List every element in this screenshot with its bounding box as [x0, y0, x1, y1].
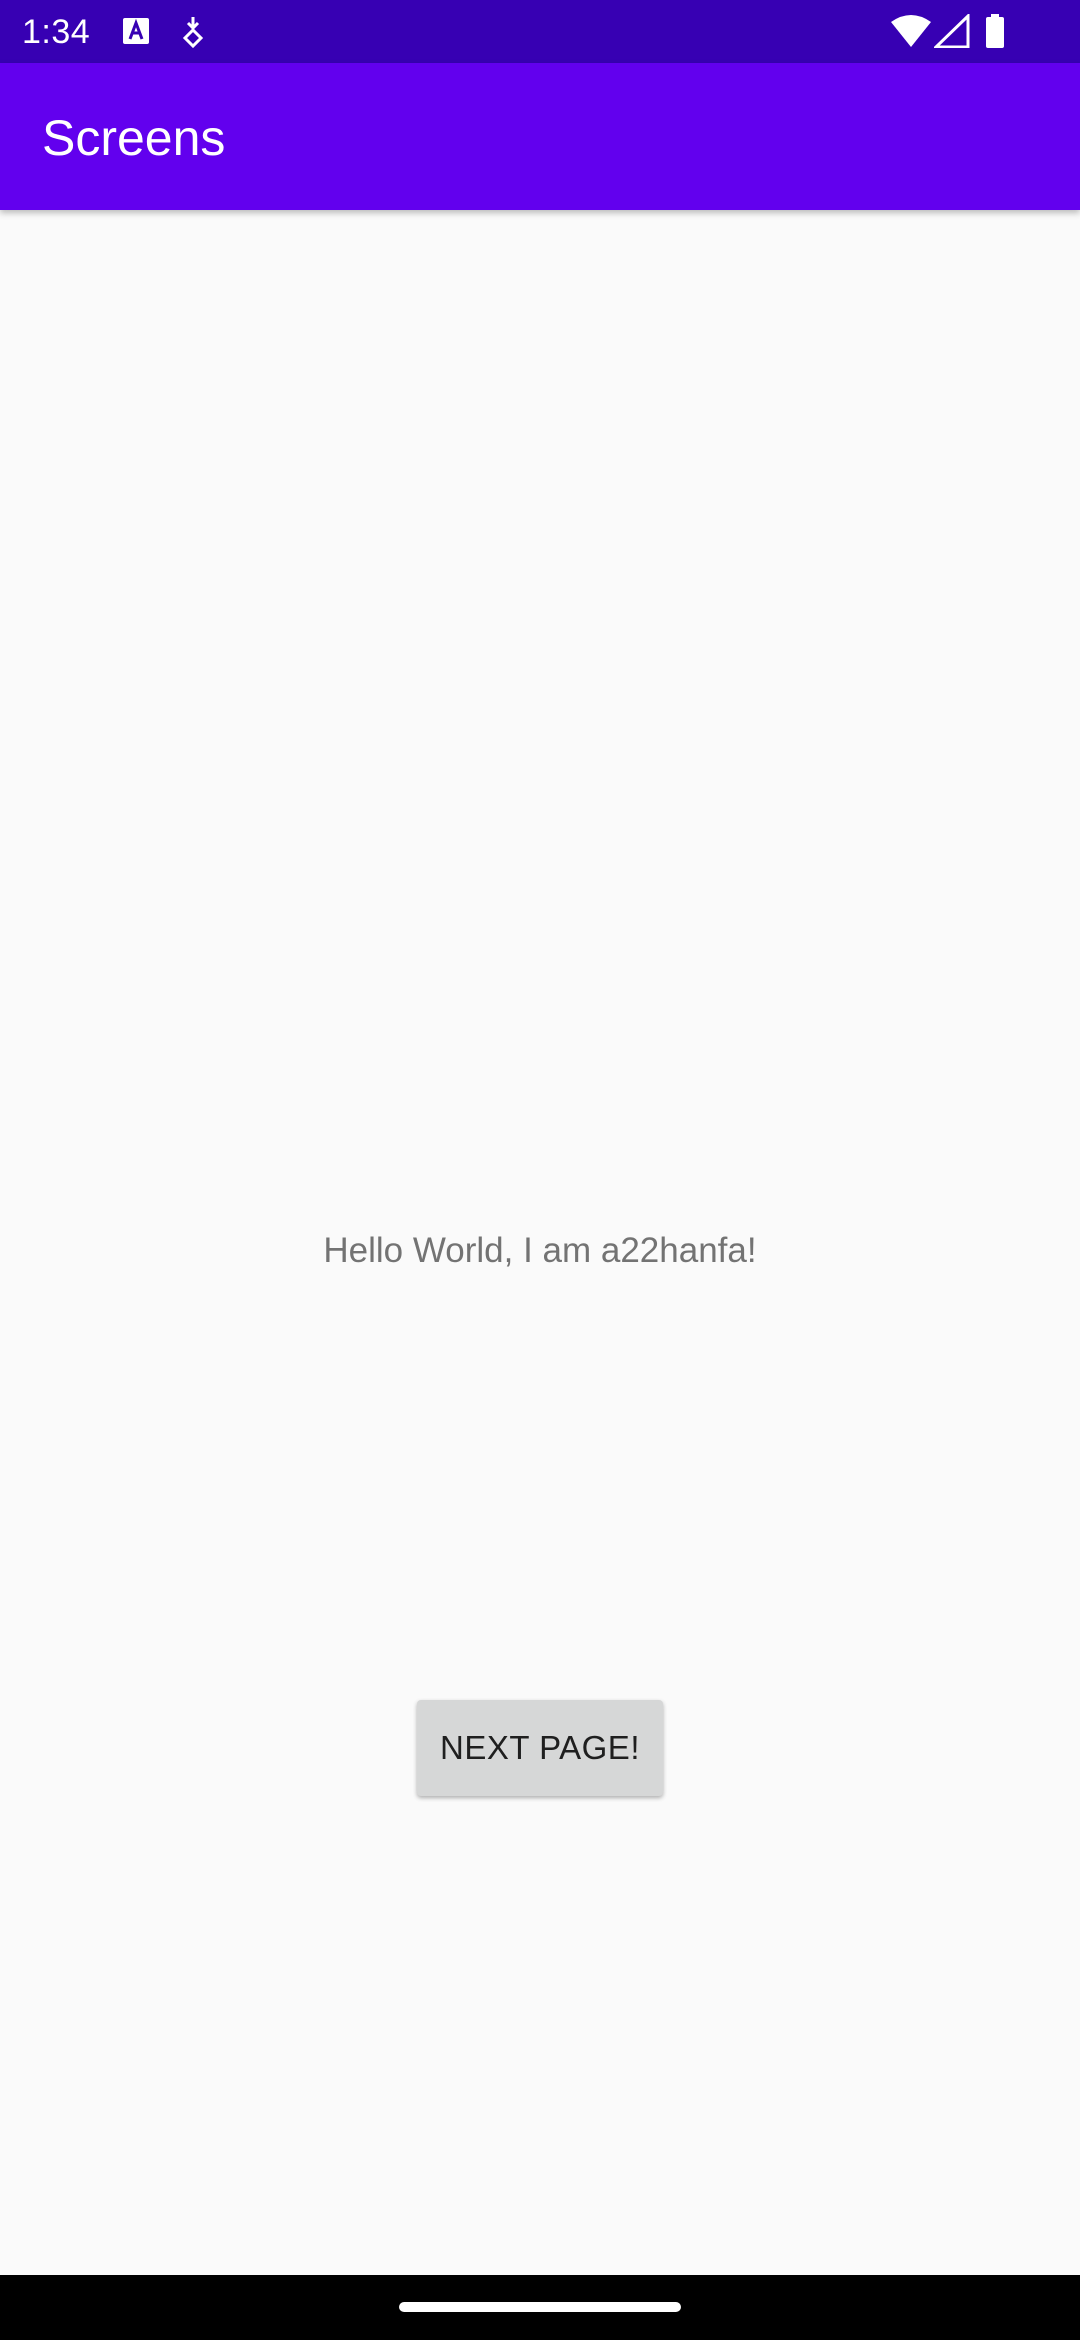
- app-title: Screens: [42, 110, 226, 166]
- app-bar: Screens: [0, 63, 1080, 210]
- battery-icon: [986, 14, 1004, 48]
- navigation-bar: [0, 2275, 1080, 2340]
- status-time: 1:34: [22, 13, 91, 51]
- status-bar: 1:34: [0, 0, 1080, 63]
- wifi-icon: [891, 15, 931, 47]
- download-icon: [182, 17, 204, 48]
- text-icon: [123, 18, 149, 44]
- signal-icon: [934, 14, 970, 48]
- main-content: Hello World, I am a22hanfa! NEXT PAGE!: [0, 210, 1080, 2275]
- home-handle[interactable]: [399, 2302, 681, 2312]
- hello-message: Hello World, I am a22hanfa!: [323, 1231, 757, 1270]
- next-page-button[interactable]: NEXT PAGE!: [417, 1700, 663, 1796]
